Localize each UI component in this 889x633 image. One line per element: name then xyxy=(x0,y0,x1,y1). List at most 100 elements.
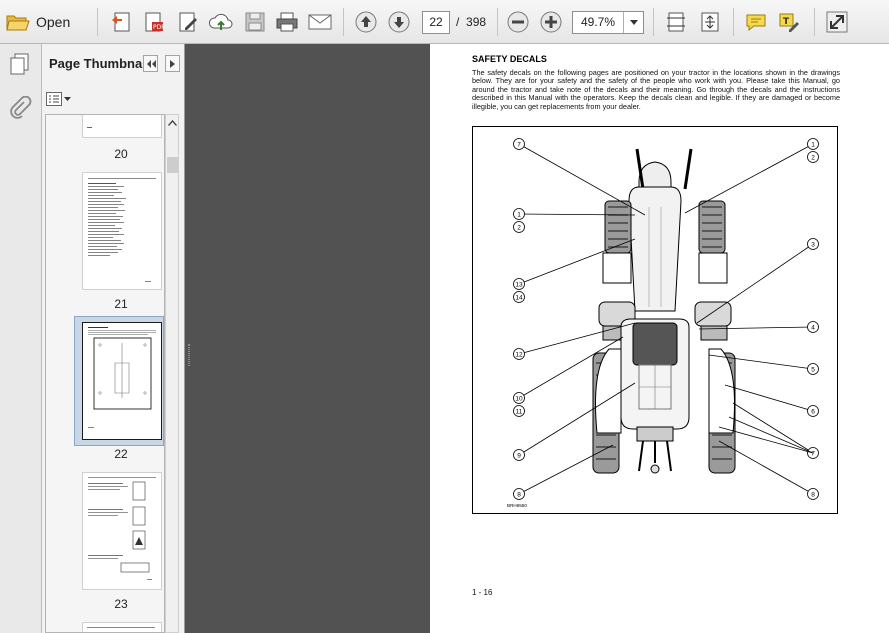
toolbar-separator xyxy=(733,8,734,36)
thumbnail-page-21-preview xyxy=(88,178,156,282)
toolbar-separator xyxy=(343,8,344,36)
pages-icon xyxy=(10,53,29,75)
highlight-text-button[interactable]: T xyxy=(776,9,802,35)
print-button[interactable] xyxy=(274,9,300,35)
edit-pdf-button[interactable] xyxy=(175,9,201,35)
create-pdf-button[interactable] xyxy=(108,9,134,35)
zoom-out-button[interactable] xyxy=(505,9,531,35)
callout-label: 2 xyxy=(811,154,815,161)
callout-label: 4 xyxy=(811,324,815,331)
thumbnails-panel: Page Thumbna... 20 21 22 23 xyxy=(42,44,185,633)
zoom-dropdown-arrow[interactable] xyxy=(623,12,643,33)
toolbar-separator xyxy=(814,8,815,36)
section-title: SAFETY DECALS xyxy=(472,54,547,64)
callout-label: 3 xyxy=(811,241,815,248)
scrollbar-thumb[interactable] xyxy=(167,157,178,173)
thumbnail-label: 20 xyxy=(114,147,128,161)
zoom-in-button[interactable] xyxy=(538,9,564,35)
navigation-pane xyxy=(0,44,42,633)
envelope-icon xyxy=(308,14,332,30)
tractor-top-view-illustration: 7 12123131441251011 69 78 8 BRH6550 xyxy=(507,138,819,508)
main-toolbar: Open PDF 22 / 398 49.7% T xyxy=(0,0,889,44)
upload-button[interactable] xyxy=(208,9,234,35)
printer-icon xyxy=(276,12,298,32)
thumbnail-page-22-preview xyxy=(88,327,156,428)
fit-page-button[interactable] xyxy=(697,9,723,35)
expand-button[interactable] xyxy=(824,9,850,35)
page-number-footer: 1 - 16 xyxy=(472,588,493,597)
zoom-level-select[interactable]: 49.7% xyxy=(572,11,644,34)
callout-label: 12 xyxy=(515,351,523,358)
page-number-input[interactable]: 22 xyxy=(422,11,450,34)
folder-open-icon xyxy=(6,15,30,31)
convert-pdf-button[interactable]: PDF xyxy=(141,9,167,35)
callout-label: 10 xyxy=(515,395,523,402)
fit-width-button[interactable] xyxy=(663,9,689,35)
thumbnail-list: 20 21 22 23 xyxy=(45,114,165,633)
open-button[interactable]: Open xyxy=(6,9,82,35)
toolbar-separator xyxy=(97,8,98,36)
thumbnails-header: Page Thumbna... xyxy=(42,44,185,84)
create-pdf-icon xyxy=(112,12,130,32)
intro-paragraph: The safety decals on the following pages… xyxy=(472,68,840,111)
callout-label: 11 xyxy=(516,408,523,415)
expand-arrows-icon xyxy=(826,11,848,33)
collapse-panel-button[interactable] xyxy=(143,55,158,72)
chevron-down-icon xyxy=(64,97,71,101)
thumbnail-label: 22 xyxy=(114,447,128,461)
callout-label: 1 xyxy=(811,141,815,148)
callout-label: 1 xyxy=(517,211,521,218)
scroll-up-arrow-icon[interactable] xyxy=(168,120,177,126)
page-separator: / xyxy=(456,15,460,29)
previous-page-button[interactable] xyxy=(353,9,379,35)
save-button[interactable] xyxy=(242,9,268,35)
callout-label: 14 xyxy=(515,294,523,301)
callout-leader-line xyxy=(684,143,814,214)
pdf-page: SAFETY DECALS The safety decals on the f… xyxy=(430,44,889,633)
comment-button[interactable] xyxy=(743,9,769,35)
email-button[interactable] xyxy=(307,9,333,35)
figure-code: BRH6550 xyxy=(507,503,527,508)
next-page-button[interactable] xyxy=(386,9,412,35)
toolbar-separator xyxy=(497,8,498,36)
minus-circle-icon xyxy=(507,11,529,33)
thumbnails-nav-button[interactable] xyxy=(8,52,32,81)
options-list-icon xyxy=(46,92,62,106)
thumbnail-page-21[interactable] xyxy=(82,172,162,290)
chevron-down-icon xyxy=(629,20,638,25)
arrow-up-circle-icon xyxy=(355,11,377,33)
thumbnail-page-23[interactable] xyxy=(82,472,162,590)
attachments-nav-button[interactable] xyxy=(8,95,32,125)
open-button-label: Open xyxy=(36,14,71,30)
thumbnail-page-22[interactable] xyxy=(82,322,162,440)
thumbnails-title: Page Thumbna... xyxy=(49,56,154,71)
save-disk-icon xyxy=(245,12,265,32)
callout-label: 2 xyxy=(517,224,521,231)
paperclip-icon xyxy=(10,95,32,119)
callout-label: 6 xyxy=(811,408,815,415)
callout-label: 8 xyxy=(517,491,521,498)
callout-label: 5 xyxy=(811,366,815,373)
svg-text:PDF: PDF xyxy=(153,24,165,31)
callout-leader-line xyxy=(728,416,814,454)
plus-circle-icon xyxy=(540,11,562,33)
thumbnail-page-20[interactable] xyxy=(82,115,162,138)
zoom-level-value: 49.7% xyxy=(581,15,616,29)
thumbnail-label: 21 xyxy=(114,297,128,311)
callout-leader-line xyxy=(724,384,814,412)
thumbnail-scrollbar[interactable] xyxy=(165,114,179,633)
thumbnail-options-button[interactable] xyxy=(46,91,74,107)
panel-resize-handle[interactable] xyxy=(188,344,190,366)
callout-label: 7 xyxy=(811,450,815,457)
thumbnail-page-23-preview xyxy=(88,477,156,580)
callout-label: 8 xyxy=(811,491,815,498)
cloud-upload-icon xyxy=(208,13,233,30)
fit-page-icon xyxy=(701,12,719,32)
expand-panel-button[interactable] xyxy=(165,55,180,72)
tractor-diagram-figure: 7 1 2 1 2 3 13 14 4 12 5 10 11 6 9 7 8 8 BRH6550 xyxy=(472,126,838,514)
chevron-right-icon xyxy=(169,59,175,68)
thumbnail-page-next[interactable] xyxy=(82,622,162,632)
toolbar-separator xyxy=(653,8,654,36)
fit-width-icon xyxy=(667,12,685,32)
pdf-convert-icon: PDF xyxy=(145,12,165,32)
